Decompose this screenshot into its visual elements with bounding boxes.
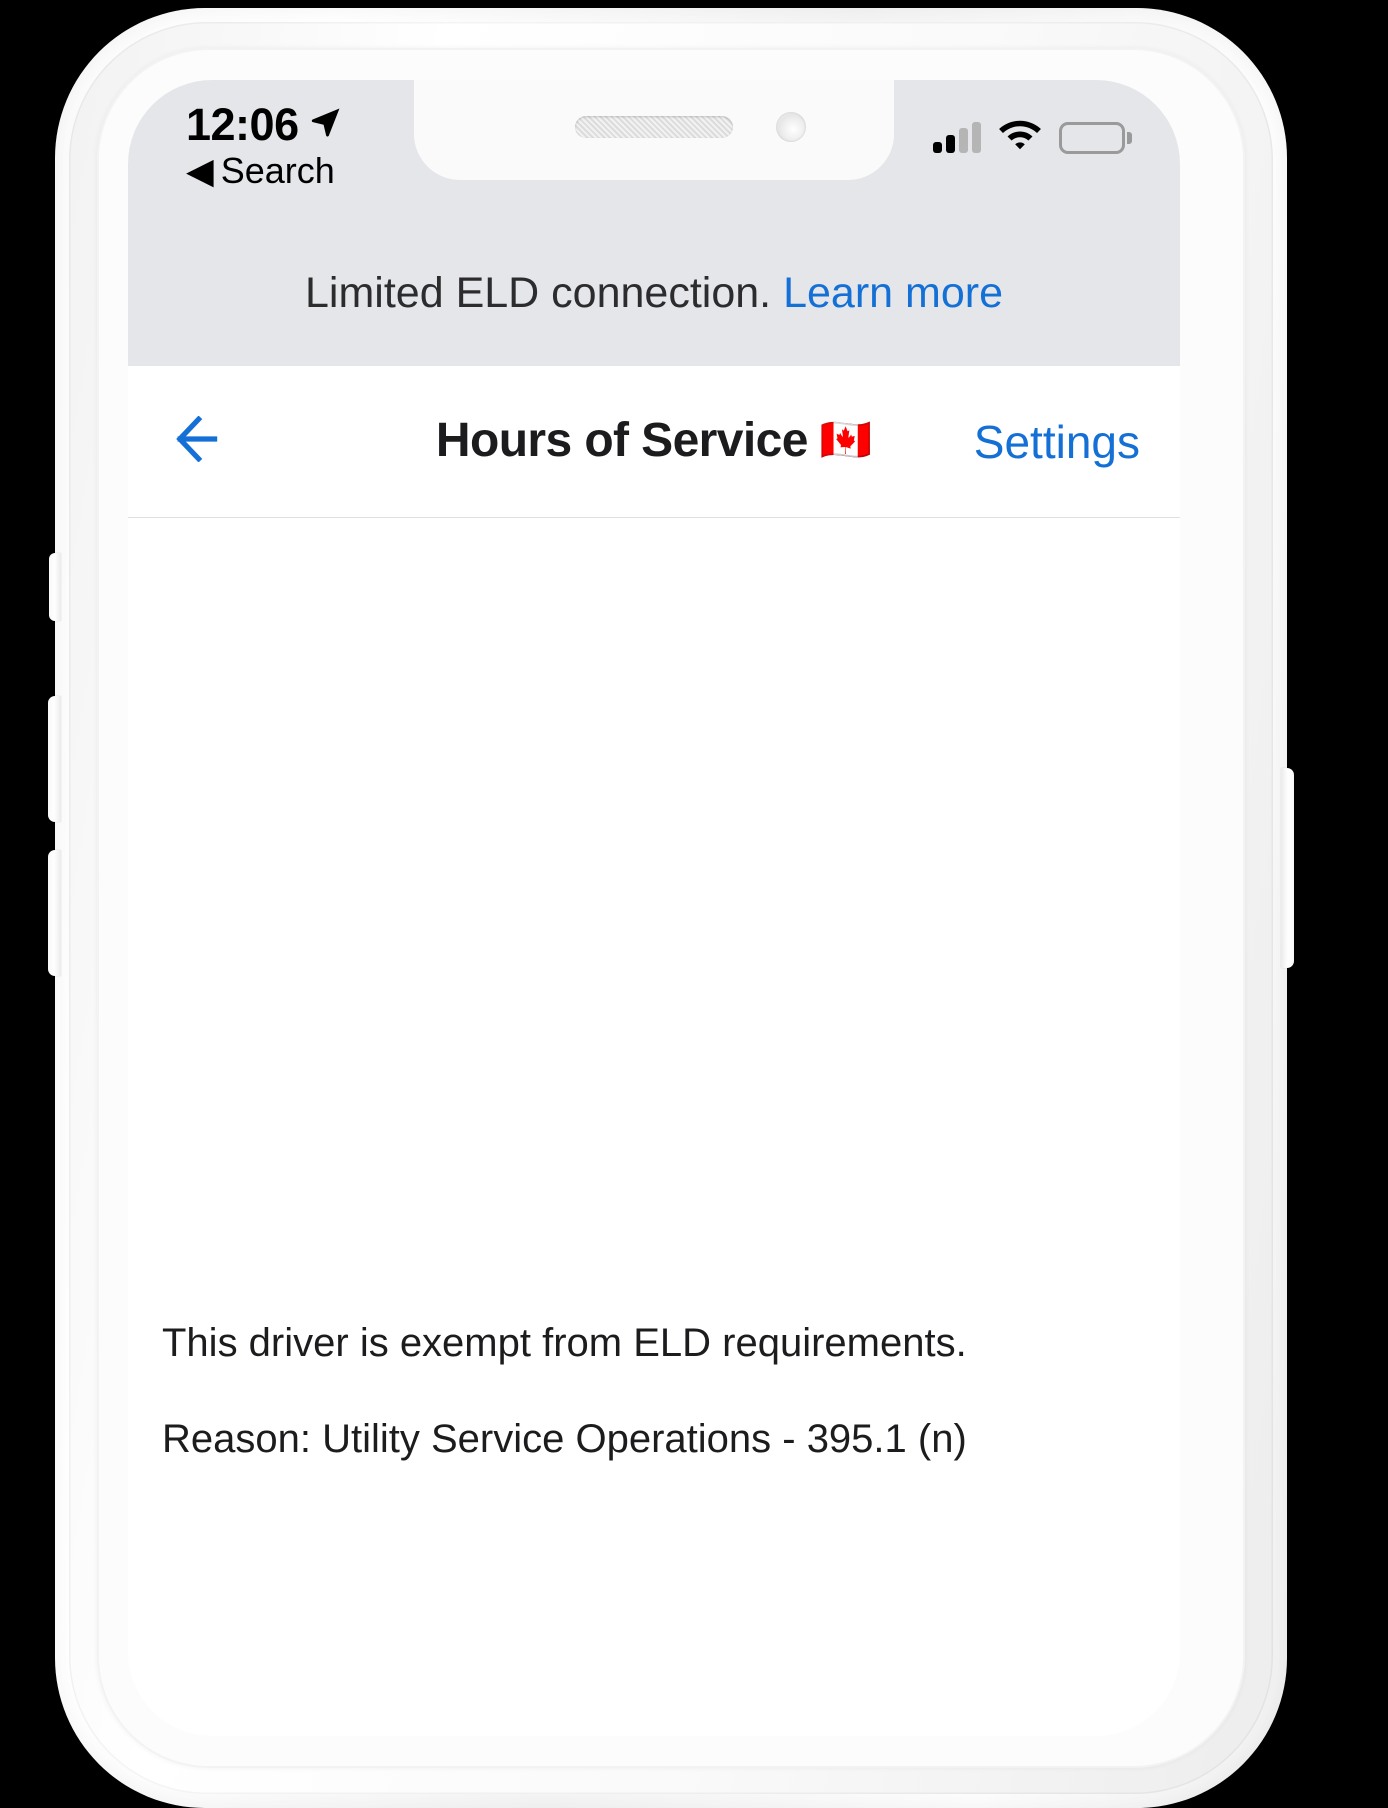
earpiece-speaker-icon xyxy=(575,116,733,138)
back-button[interactable] xyxy=(170,406,242,478)
clock-row: 12:06 xyxy=(186,102,343,147)
volume-up-button[interactable] xyxy=(48,696,61,822)
exempt-message: This driver is exempt from ELD requireme… xyxy=(162,1321,967,1365)
power-button[interactable] xyxy=(1281,768,1294,968)
arrow-left-icon xyxy=(175,415,237,467)
app-navigation-bar: Hours of Service 🇨🇦 Settings xyxy=(128,366,1180,518)
eld-exemption-block: This driver is exempt from ELD requireme… xyxy=(162,1318,1146,1464)
settings-button[interactable]: Settings xyxy=(974,415,1140,469)
page-title: Hours of Service 🇨🇦 xyxy=(436,413,872,468)
exempt-reason: Reason: Utility Service Operations - 395… xyxy=(162,1417,967,1461)
status-bar-left: 12:06 ◀ Search xyxy=(186,102,343,189)
eld-connection-banner: Limited ELD connection. Learn more xyxy=(128,220,1180,366)
learn-more-link[interactable]: Learn more xyxy=(783,269,1003,318)
back-to-search-label: Search xyxy=(220,150,335,191)
status-bar: 12:06 ◀ Search Limited ELD connection. L… xyxy=(128,80,1180,366)
device-notch xyxy=(414,80,894,180)
canada-flag-icon: 🇨🇦 xyxy=(819,416,873,463)
wifi-icon xyxy=(998,118,1042,157)
back-caret-icon: ◀ xyxy=(186,150,214,191)
battery-full-icon xyxy=(1059,121,1132,154)
cellular-signal-icon xyxy=(933,121,981,153)
status-bar-clock: 12:06 xyxy=(186,99,299,150)
eld-banner-message: Limited ELD connection. xyxy=(305,268,772,317)
phone-screen: 12:06 ◀ Search Limited ELD connection. L… xyxy=(128,80,1180,1736)
front-camera-icon xyxy=(776,112,806,142)
location-arrow-icon xyxy=(309,105,343,144)
volume-down-button[interactable] xyxy=(48,850,61,976)
silent-switch-button[interactable] xyxy=(49,553,61,621)
phone-device-frame: 12:06 ◀ Search Limited ELD connection. L… xyxy=(48,8,1294,1808)
status-bar-right xyxy=(933,118,1132,157)
main-content: This driver is exempt from ELD requireme… xyxy=(128,518,1180,1736)
back-to-search-button[interactable]: ◀ Search xyxy=(186,153,343,189)
page-title-text: Hours of Service xyxy=(435,413,808,467)
